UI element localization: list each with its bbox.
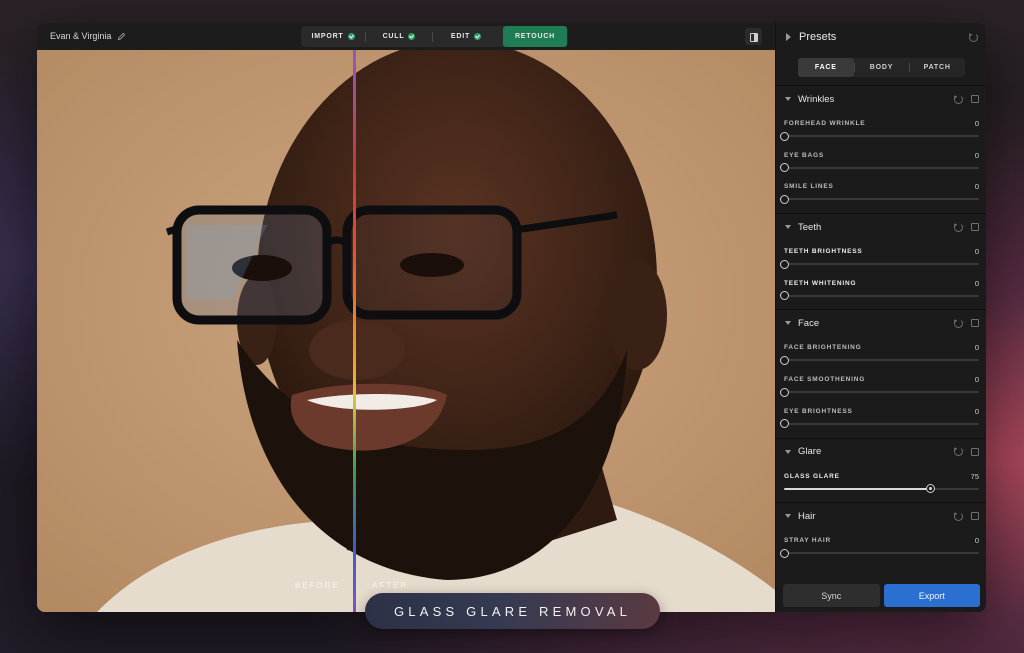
copy-icon[interactable]: [971, 319, 979, 328]
copy-icon[interactable]: [971, 512, 979, 521]
slider-thumb[interactable]: [780, 355, 789, 365]
slider-track[interactable]: [780, 387, 979, 397]
slider-stray-hair: STRAY HAIR 0: [776, 529, 986, 561]
step-import[interactable]: IMPORT: [301, 26, 365, 47]
check-icon: [408, 33, 416, 40]
presets-header[interactable]: Presets: [786, 31, 836, 43]
before-label: BEFORE: [295, 581, 340, 590]
slider-glass-glare: GLASS GLARE 75: [776, 465, 986, 497]
chevron-down-icon: [785, 449, 791, 454]
slider-track[interactable]: [780, 291, 979, 301]
reset-icon[interactable]: [969, 33, 978, 42]
copy-icon[interactable]: [971, 95, 979, 103]
panel-toggle-icon[interactable]: [745, 28, 762, 45]
section-header[interactable]: Face: [776, 310, 986, 336]
section-glare: Glare GLASS GLARE 75: [776, 437, 986, 503]
preset-sections[interactable]: Wrinkles FOREHEAD WRINKLE 0 EYE BAGS 0 S…: [776, 85, 986, 578]
copy-icon[interactable]: [971, 223, 979, 232]
presets-panel: Presets FACE BODY PATCH Wrinkles FOREHEA…: [775, 23, 986, 612]
export-button[interactable]: Export: [883, 584, 980, 607]
section-wrinkles: Wrinkles FOREHEAD WRINKLE 0 EYE BAGS 0 S…: [776, 85, 986, 213]
slider-track[interactable]: [780, 419, 979, 429]
slider-track[interactable]: [780, 194, 979, 204]
slider-teeth-brightness: TEETH BRIGHTNESS 0: [776, 240, 986, 272]
top-bar: Evan & Virginia IMPORT CULL EDIT RETOUCH: [37, 23, 775, 50]
tab-patch[interactable]: PATCH: [909, 58, 965, 77]
sync-button[interactable]: Sync: [783, 584, 880, 607]
slider-thumb[interactable]: [780, 419, 789, 429]
reset-icon[interactable]: [954, 511, 963, 521]
reset-icon[interactable]: [954, 94, 963, 104]
section-header[interactable]: Wrinkles: [776, 86, 986, 112]
slider-thumb[interactable]: [780, 194, 789, 204]
project-name: Evan & Virginia: [50, 31, 112, 41]
slider-track[interactable]: [780, 163, 979, 173]
app-window: Evan & Virginia IMPORT CULL EDIT RETOUCH: [37, 23, 986, 612]
portrait-photo: [37, 50, 775, 612]
section-teeth: Teeth TEETH BRIGHTNESS 0 TEETH WHITENING…: [776, 213, 986, 309]
slider-thumb[interactable]: [780, 548, 789, 558]
tab-face[interactable]: FACE: [798, 58, 854, 77]
panel-footer: Sync Export: [776, 581, 986, 612]
slider-track[interactable]: [780, 355, 979, 365]
section-hair: Hair STRAY HAIR 0: [776, 502, 986, 567]
slider-thumb[interactable]: [780, 163, 789, 173]
reset-icon[interactable]: [954, 222, 963, 232]
after-label: AFTER: [372, 581, 409, 590]
slider-thumb[interactable]: [780, 291, 789, 301]
reset-icon[interactable]: [954, 318, 963, 328]
slider-forehead-wrinkle: FOREHEAD WRINKLE 0: [776, 112, 986, 144]
chevron-down-icon: [785, 514, 791, 519]
slider-track[interactable]: [780, 548, 979, 558]
reset-icon[interactable]: [954, 447, 963, 456]
preset-tabs: FACE BODY PATCH: [798, 58, 965, 77]
chevron-down-icon: [785, 97, 791, 101]
section-face: Face FACE BRIGHTENING 0 FACE SMOOTHENING…: [776, 309, 986, 437]
copy-icon[interactable]: [971, 447, 979, 456]
section-header[interactable]: Hair: [776, 503, 986, 529]
before-after-divider[interactable]: [353, 50, 356, 612]
slider-eye-bags: EYE BAGS 0: [776, 144, 986, 176]
chevron-down-icon: [785, 321, 791, 326]
workflow-steps: IMPORT CULL EDIT RETOUCH: [301, 26, 568, 47]
slider-thumb[interactable]: [780, 131, 789, 141]
project-title[interactable]: Evan & Virginia: [50, 31, 126, 41]
slider-smile-lines: SMILE LINES 0: [776, 175, 986, 207]
tab-body[interactable]: BODY: [853, 58, 910, 77]
check-icon: [347, 33, 355, 40]
feature-caption: GLASS GLARE REMOVAL: [365, 593, 660, 629]
slider-face-smoothening: FACE SMOOTHENING 0: [776, 368, 986, 400]
slider-thumb[interactable]: [926, 484, 936, 493]
slider-track[interactable]: [784, 484, 979, 493]
pencil-icon[interactable]: [117, 32, 126, 41]
presets-title: Presets: [799, 31, 837, 43]
step-cull[interactable]: CULL: [366, 26, 432, 47]
slider-eye-brightness: EYE BRIGHTNESS 0: [776, 400, 986, 432]
section-header[interactable]: Teeth: [776, 214, 986, 240]
slider-thumb[interactable]: [780, 387, 789, 397]
slider-teeth-whitening: TEETH WHITENING 0: [776, 272, 986, 304]
chevron-down-icon: [785, 225, 791, 230]
slider-thumb[interactable]: [780, 259, 789, 269]
slider-face-brightening: FACE BRIGHTENING 0: [776, 336, 986, 368]
step-retouch[interactable]: RETOUCH: [503, 26, 567, 47]
slider-track[interactable]: [780, 259, 979, 269]
section-header[interactable]: Glare: [776, 439, 986, 465]
step-edit[interactable]: EDIT: [433, 26, 499, 47]
chevron-right-icon: [786, 33, 791, 41]
slider-track[interactable]: [780, 131, 979, 141]
photo-viewer[interactable]: BEFORE AFTER: [37, 50, 775, 612]
check-icon: [474, 33, 482, 40]
